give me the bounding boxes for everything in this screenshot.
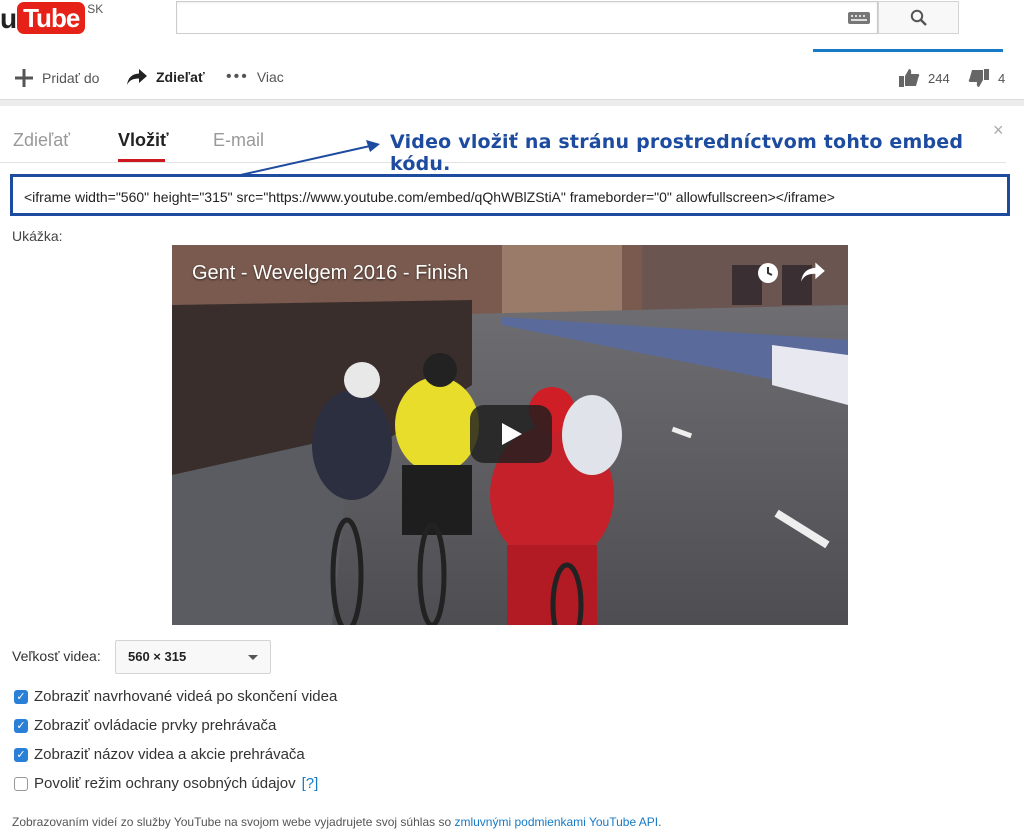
- option-label: Zobraziť názov videa a akcie prehrávača: [34, 746, 305, 763]
- video-title: Gent - Wevelgem 2016 - Finish: [192, 262, 469, 284]
- share-icon[interactable]: [800, 261, 826, 289]
- option-label: Povoliť režim ochrany osobných údajov: [34, 775, 296, 792]
- youtube-logo[interactable]: u Tube SK: [0, 2, 103, 36]
- checkbox-unchecked-icon[interactable]: [14, 776, 28, 791]
- terms-notice: Zobrazovaním videí zo služby YouTube na …: [12, 815, 661, 829]
- help-link[interactable]: [?]: [302, 775, 319, 792]
- dislike-button[interactable]: 4: [968, 68, 1005, 88]
- plus-icon: [15, 69, 33, 87]
- more-dots-icon: •••: [226, 68, 249, 85]
- share-label: Zdieľať: [156, 69, 205, 85]
- logo-region: SK: [87, 2, 104, 16]
- logo-tube: Tube: [17, 2, 86, 34]
- checkbox-checked-icon[interactable]: ✓: [14, 747, 28, 762]
- thumbs-down-icon: [968, 69, 989, 87]
- option-label: Zobraziť navrhované videá po skončení vi…: [34, 688, 338, 705]
- option-privacy-mode[interactable]: Povoliť režim ochrany osobných údajov [?…: [14, 775, 318, 792]
- search-icon: [910, 9, 927, 26]
- logo-prefix: u: [0, 3, 17, 34]
- checkbox-checked-icon[interactable]: ✓: [14, 718, 28, 733]
- tab-embed[interactable]: Vložiť: [118, 130, 169, 151]
- terms-text: Zobrazovaním videí zo služby YouTube na …: [12, 815, 455, 829]
- video-size-label: Veľkosť videa:: [12, 648, 101, 664]
- terms-link[interactable]: zmluvnými podmienkami YouTube API: [454, 815, 658, 829]
- watch-later-icon[interactable]: [756, 261, 780, 291]
- embed-code-text[interactable]: <iframe width="560" height="315" src="ht…: [24, 189, 835, 205]
- search-button[interactable]: [878, 1, 959, 34]
- share-arrow-icon: [127, 69, 147, 85]
- tab-share[interactable]: Zdieľať: [13, 130, 70, 151]
- video-preview[interactable]: Gent - Wevelgem 2016 - Finish: [172, 245, 848, 625]
- terms-end: .: [658, 815, 662, 829]
- dislike-count: 4: [998, 70, 1006, 86]
- video-size-value: 560 × 315: [128, 649, 187, 664]
- keyboard-icon[interactable]: [848, 12, 870, 24]
- more-label: Viac: [256, 69, 284, 85]
- add-to-button[interactable]: Pridať do: [14, 68, 99, 88]
- thumbs-up-icon: [899, 69, 920, 87]
- like-button[interactable]: 244: [898, 68, 950, 88]
- annotation-text: Video vložiť na stránu prostredníctvom t…: [390, 131, 964, 175]
- share-button[interactable]: Zdieľať: [126, 68, 205, 86]
- add-to-label: Pridať do: [42, 70, 100, 86]
- search-input[interactable]: [176, 1, 878, 34]
- more-button[interactable]: ••• Viac: [226, 68, 284, 86]
- option-title-actions[interactable]: ✓ Zobraziť názov videa a akcie prehrávač…: [14, 746, 305, 763]
- like-count: 244: [928, 70, 950, 86]
- option-suggested-videos[interactable]: ✓ Zobraziť navrhované videá po skončení …: [14, 688, 337, 705]
- checkbox-checked-icon[interactable]: ✓: [14, 689, 28, 704]
- option-player-controls[interactable]: ✓ Zobraziť ovládacie prvky prehrávača: [14, 717, 276, 734]
- preview-label: Ukážka:: [12, 228, 63, 244]
- play-button[interactable]: [470, 405, 552, 463]
- section-divider: [0, 99, 1024, 106]
- chevron-down-icon: [248, 655, 258, 660]
- option-label: Zobraziť ovládacie prvky prehrávača: [34, 717, 277, 734]
